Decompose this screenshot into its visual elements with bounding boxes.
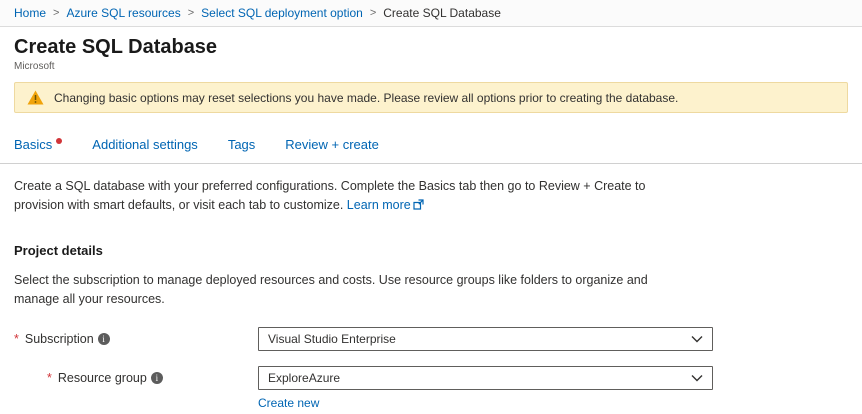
create-new-link[interactable]: Create new xyxy=(258,396,319,410)
publisher-label: Microsoft xyxy=(14,61,55,72)
resource-group-label-text: Resource group xyxy=(57,371,147,386)
intro-text-body: Create a SQL database with your preferre… xyxy=(14,179,646,213)
breadcrumb-separator: > xyxy=(369,7,377,19)
subscription-label-text: Subscription xyxy=(24,332,94,347)
learn-more-label: Learn more xyxy=(346,198,411,213)
breadcrumb-item-home[interactable]: Home xyxy=(14,6,46,20)
section-heading-project-details: Project details xyxy=(14,242,103,258)
subscription-dropdown[interactable]: Visual Studio Enterprise xyxy=(258,327,713,352)
validation-dot xyxy=(56,138,63,144)
tab-basics-label: Basics xyxy=(14,137,53,152)
basics-form: * Subscription i Visual Studio Enterpris… xyxy=(0,327,862,410)
learn-more-link[interactable]: Learn more xyxy=(347,198,424,212)
page-title: Create SQL Database xyxy=(14,36,218,58)
subscription-row: * Subscription i Visual Studio Enterpris… xyxy=(0,327,862,352)
tab-bar: Basics Additional settings Tags Review +… xyxy=(0,137,862,152)
resource-group-value: ExploreAzure xyxy=(268,371,341,386)
tab-review-create[interactable]: Review + create xyxy=(285,137,379,152)
warning-text: Changing basic options may reset selecti… xyxy=(54,90,679,105)
subscription-label: * Subscription i xyxy=(14,332,258,346)
tab-tags[interactable]: Tags xyxy=(228,137,255,152)
chevron-down-icon xyxy=(691,374,703,382)
breadcrumb: Home > Azure SQL resources > Select SQL … xyxy=(0,0,862,27)
breadcrumb-separator: > xyxy=(53,7,60,19)
required-asterisk: * xyxy=(47,371,52,386)
resource-group-label: * Resource group i xyxy=(14,371,258,385)
page-header: Create SQL Database Microsoft xyxy=(0,27,862,72)
breadcrumb-item-current: Create SQL Database xyxy=(383,6,501,20)
info-icon[interactable]: i xyxy=(97,333,110,346)
breadcrumb-separator: > xyxy=(187,7,195,19)
tab-additional-settings[interactable]: Additional settings xyxy=(92,137,198,152)
warning-icon xyxy=(27,90,44,105)
intro-text: Create a SQL database with your preferre… xyxy=(0,164,672,216)
create-new-wrap: Create new xyxy=(0,396,862,410)
required-asterisk: * xyxy=(14,332,19,347)
info-icon[interactable]: i xyxy=(150,372,163,385)
resource-group-row: * Resource group i ExploreAzure xyxy=(0,366,862,391)
project-details-description: Select the subscription to manage deploy… xyxy=(14,272,648,306)
resource-group-dropdown[interactable]: ExploreAzure xyxy=(258,366,713,391)
chevron-down-icon xyxy=(691,335,703,343)
warning-banner: Changing basic options may reset selecti… xyxy=(14,82,848,113)
subscription-value: Visual Studio Enterprise xyxy=(268,332,396,347)
tab-basics[interactable]: Basics xyxy=(14,137,63,152)
external-link-icon xyxy=(413,199,424,210)
breadcrumb-item-azure-sql-resources[interactable]: Azure SQL resources xyxy=(66,6,180,20)
breadcrumb-item-select-sql-deployment-option[interactable]: Select SQL deployment option xyxy=(201,6,363,20)
